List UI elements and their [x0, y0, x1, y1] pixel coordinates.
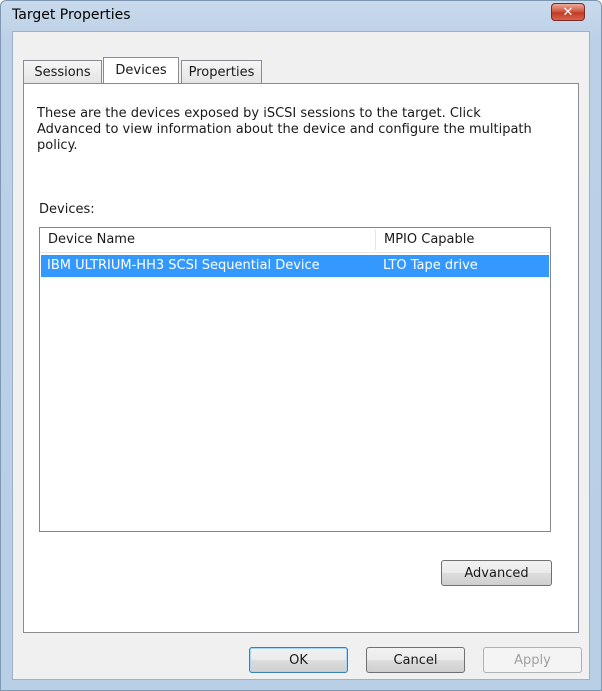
device-name-cell: IBM ULTRIUM-HH3 SCSI Sequential Device [47, 258, 320, 273]
close-button[interactable]: ✕ [551, 3, 585, 21]
apply-button[interactable]: Apply [483, 647, 582, 673]
column-header-mpio-capable[interactable]: MPIO Capable [376, 228, 550, 252]
cancel-button-label: Cancel [393, 652, 438, 668]
devices-list[interactable]: Device Name MPIO Capable IBM ULTRIUM-HH3… [39, 227, 551, 532]
ok-button[interactable]: OK [249, 647, 348, 673]
window-title: Target Properties [12, 7, 131, 23]
advanced-button[interactable]: Advanced [441, 560, 552, 586]
ok-button-label: OK [289, 652, 308, 668]
mpio-capable-cell: LTO Tape drive [383, 258, 478, 273]
column-header-device-name[interactable]: Device Name [40, 228, 375, 252]
tab-properties-label: Properties [188, 64, 255, 80]
tab-sessions-label: Sessions [34, 64, 91, 80]
target-properties-window: Target Properties ✕ Sessions Devices Pro… [0, 0, 602, 691]
tab-devices-label: Devices [115, 63, 167, 78]
apply-button-label: Apply [514, 652, 551, 668]
tab-devices[interactable]: Devices [103, 57, 179, 83]
devices-description: These are the devices exposed by iSCSI s… [37, 106, 532, 153]
devices-list-header: Device Name MPIO Capable [40, 228, 550, 253]
advanced-button-label: Advanced [464, 565, 529, 581]
table-row[interactable]: IBM ULTRIUM-HH3 SCSI Sequential Device L… [41, 255, 549, 277]
tab-properties[interactable]: Properties [181, 60, 262, 83]
dialog-client-area: Sessions Devices Properties These are th… [12, 31, 590, 680]
devices-label: Devices: [39, 202, 95, 217]
devices-tab-panel: These are the devices exposed by iSCSI s… [23, 83, 579, 633]
tab-sessions[interactable]: Sessions [23, 60, 102, 83]
title-bar[interactable]: Target Properties ✕ [1, 1, 601, 31]
cancel-button[interactable]: Cancel [366, 647, 465, 673]
close-icon: ✕ [562, 4, 574, 20]
